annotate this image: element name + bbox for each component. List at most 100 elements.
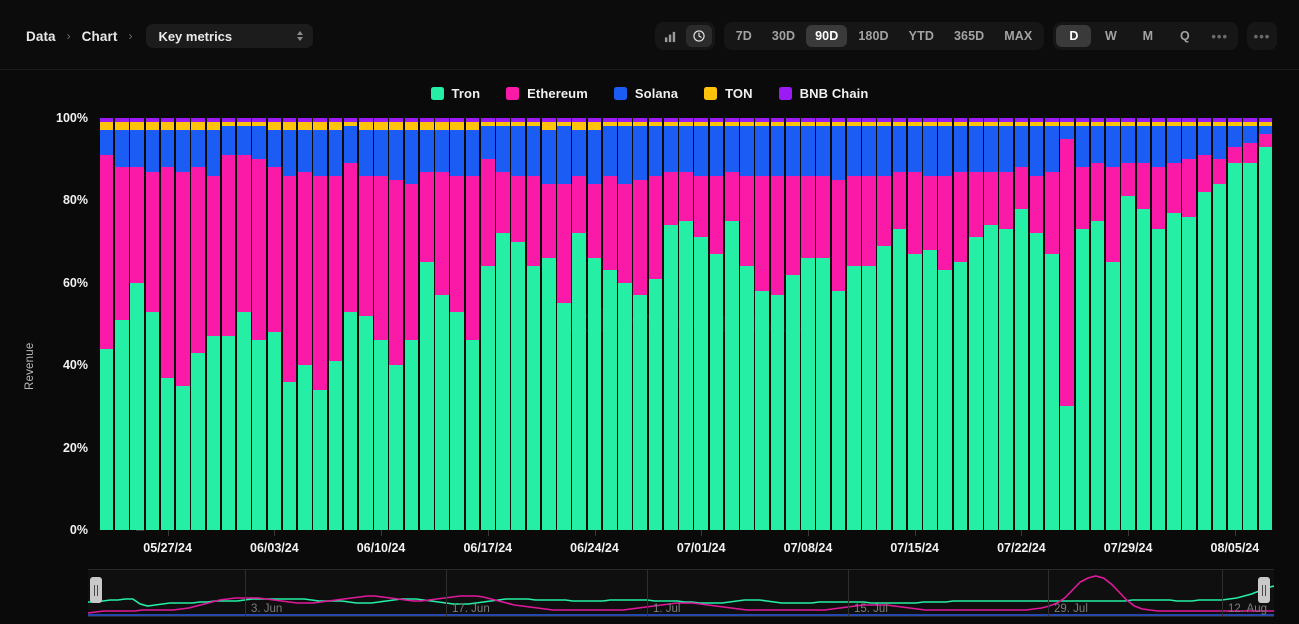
bar-column[interactable] <box>480 118 495 530</box>
granularity-d[interactable]: D <box>1056 25 1092 47</box>
metric-selector[interactable]: Key metrics <box>146 24 314 48</box>
navigator-handle-left[interactable] <box>90 577 102 603</box>
bar-column[interactable] <box>389 118 404 530</box>
bar-column[interactable] <box>1060 118 1074 530</box>
range-ytd[interactable]: YTD <box>900 25 943 47</box>
legend-item-bnb-chain[interactable]: BNB Chain <box>778 86 869 101</box>
bar-column[interactable] <box>953 118 968 530</box>
bar-column[interactable] <box>221 118 236 530</box>
bar-column[interactable] <box>785 118 800 530</box>
bar-column[interactable] <box>572 118 587 530</box>
bar-column[interactable] <box>465 118 480 530</box>
bar-column[interactable] <box>618 118 632 530</box>
bar-column[interactable] <box>115 118 129 530</box>
bar-column[interactable] <box>679 118 693 530</box>
granularity-w[interactable]: W <box>1093 25 1128 47</box>
bar-column[interactable] <box>755 118 770 530</box>
bar-column[interactable] <box>740 118 754 530</box>
granularity-overflow-icon[interactable]: ••• <box>1204 25 1235 47</box>
bar-column[interactable] <box>770 118 785 530</box>
bar-column[interactable] <box>328 118 343 530</box>
bar-column[interactable] <box>968 118 983 530</box>
bar-column[interactable] <box>1075 118 1090 530</box>
bar-column[interactable] <box>435 118 449 530</box>
bar-column[interactable] <box>358 118 373 530</box>
range-90d[interactable]: 90D <box>806 25 848 47</box>
bar-column[interactable] <box>160 118 175 530</box>
bar-column[interactable] <box>1045 118 1059 530</box>
bar-column[interactable] <box>1197 118 1212 530</box>
bar-column[interactable] <box>298 118 312 530</box>
clock-icon-button[interactable] <box>685 25 712 47</box>
bar-column[interactable] <box>1014 118 1029 530</box>
bar-column[interactable] <box>938 118 952 530</box>
bar-column[interactable] <box>1243 118 1257 530</box>
bar-column[interactable] <box>907 118 922 530</box>
breadcrumb-item-data[interactable]: Data <box>26 29 56 44</box>
bar-column[interactable] <box>999 118 1013 530</box>
bar-column[interactable] <box>663 118 678 530</box>
breadcrumb-item-chart[interactable]: Chart <box>82 29 118 44</box>
bar-column[interactable] <box>313 118 327 530</box>
bar-column[interactable] <box>404 118 419 530</box>
granularity-q[interactable]: Q <box>1167 25 1202 47</box>
bar-column[interactable] <box>877 118 892 530</box>
bar-column[interactable] <box>526 118 541 530</box>
bar-column[interactable] <box>816 118 831 530</box>
bar-column[interactable] <box>1228 118 1242 530</box>
bar-column[interactable] <box>206 118 221 530</box>
plot-area[interactable]: token terminal. <box>99 118 1273 530</box>
bar-column[interactable] <box>846 118 861 530</box>
bar-column[interactable] <box>252 118 266 530</box>
bar-column[interactable] <box>831 118 846 530</box>
bar-column[interactable] <box>1090 118 1105 530</box>
bar-column[interactable] <box>862 118 876 530</box>
bar-column[interactable] <box>1106 118 1120 530</box>
bar-column[interactable] <box>587 118 602 530</box>
range-7d[interactable]: 7D <box>727 25 761 47</box>
bar-column[interactable] <box>557 118 571 530</box>
bar-column[interactable] <box>1212 118 1227 530</box>
range-365d[interactable]: 365D <box>945 25 993 47</box>
bar-column[interactable] <box>99 118 114 530</box>
legend-item-ton[interactable]: TON <box>704 86 753 101</box>
bar-column[interactable] <box>1167 118 1181 530</box>
bar-column[interactable] <box>1151 118 1166 530</box>
bar-column[interactable] <box>1029 118 1044 530</box>
range-navigator[interactable]: 3. Jun 17. Jun 1. Jul 15. Jul 29. Jul 12. Aug <box>88 569 1274 617</box>
bar-column[interactable] <box>450 118 465 530</box>
bar-column[interactable] <box>923 118 937 530</box>
bar-column[interactable] <box>237 118 251 530</box>
legend-item-tron[interactable]: Tron <box>430 86 481 101</box>
bar-column[interactable] <box>176 118 190 530</box>
bar-column[interactable] <box>648 118 663 530</box>
bar-column[interactable] <box>709 118 724 530</box>
bar-column[interactable] <box>145 118 160 530</box>
bar-column[interactable] <box>892 118 907 530</box>
legend-item-ethereum[interactable]: Ethereum <box>506 86 588 101</box>
bar-column[interactable] <box>191 118 205 530</box>
bar-column[interactable] <box>343 118 358 530</box>
granularity-m[interactable]: M <box>1130 25 1165 47</box>
bar-column[interactable] <box>633 118 648 530</box>
bar-column[interactable] <box>374 118 388 530</box>
bar-column[interactable] <box>801 118 815 530</box>
range-30d[interactable]: 30D <box>763 25 804 47</box>
bar-column[interactable] <box>541 118 556 530</box>
bar-column[interactable] <box>602 118 617 530</box>
bar-column[interactable] <box>724 118 739 530</box>
bar-column[interactable] <box>1121 118 1135 530</box>
bar-column[interactable] <box>1136 118 1151 530</box>
navigator-handle-right[interactable] <box>1258 577 1270 603</box>
bar-column[interactable] <box>694 118 709 530</box>
range-180d[interactable]: 180D <box>849 25 897 47</box>
bar-column[interactable] <box>496 118 510 530</box>
bar-column[interactable] <box>282 118 297 530</box>
legend-item-solana[interactable]: Solana <box>613 86 678 101</box>
range-max[interactable]: MAX <box>995 25 1041 47</box>
bar-column[interactable] <box>1258 118 1273 530</box>
bar-column[interactable] <box>419 118 434 530</box>
bar-chart-icon-button[interactable] <box>658 25 684 47</box>
bar-column[interactable] <box>511 118 526 530</box>
bar-column[interactable] <box>267 118 282 530</box>
